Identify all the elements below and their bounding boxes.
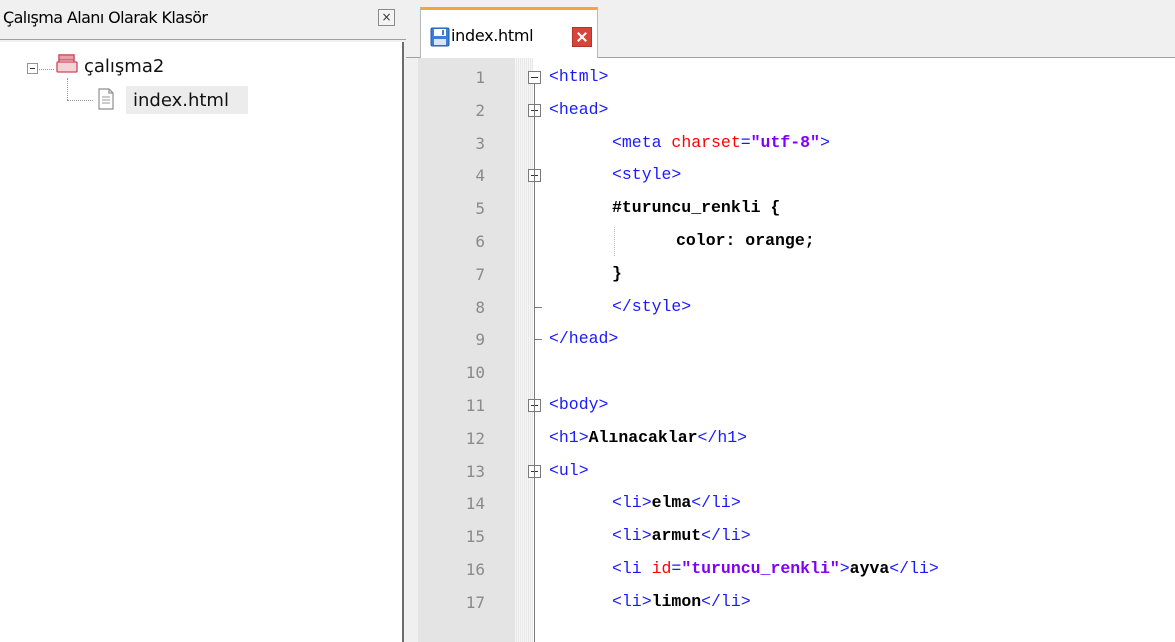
code-token: armut [651, 526, 702, 546]
fold-line [534, 477, 535, 642]
code-token: <li> [612, 526, 652, 546]
code-token: </style> [612, 296, 692, 316]
line-number: 12 [465, 428, 485, 448]
code-line[interactable]: <li>armut</li> [612, 520, 751, 552]
workspace-panel: Çalışma Alanı Olarak Klasör × çalışma2 i… [0, 0, 406, 642]
code-token: } [612, 263, 622, 283]
code-token: #turuncu_renkli { [612, 198, 781, 218]
tree-connector [67, 100, 93, 101]
line-number: 3 [475, 133, 485, 153]
code-token: "utf-8" [750, 132, 820, 152]
code-line[interactable]: color: orange; [676, 225, 815, 257]
fold-margin [515, 58, 533, 642]
code-token: </li> [691, 493, 741, 513]
line-number: 2 [475, 100, 485, 120]
code-token: elma [651, 493, 692, 513]
code-token: > [839, 559, 850, 578]
code-line[interactable]: #turuncu_renkli { [612, 192, 780, 224]
tab-close-button[interactable] [572, 27, 592, 47]
save-disk-icon [430, 27, 450, 47]
line-number: 6 [475, 232, 485, 251]
line-number: 13 [465, 461, 485, 481]
tab-index-html[interactable]: index.html [420, 7, 598, 59]
line-number: 5 [475, 199, 485, 219]
workspace-panel-close-button[interactable]: × [378, 9, 395, 26]
line-number: 15 [465, 527, 485, 547]
code-line[interactable]: <style> [612, 159, 681, 191]
code-line[interactable]: </head> [549, 323, 618, 355]
code-line[interactable]: <h1>Alınacaklar</h1> [549, 422, 747, 454]
code-line[interactable]: <li id="turuncu_renkli">ayva</li> [612, 553, 939, 585]
code-line[interactable]: <li>limon</li> [612, 586, 751, 618]
fold-end-marker [534, 339, 542, 341]
code-line[interactable]: <body> [549, 389, 608, 421]
file-icon [98, 88, 114, 110]
code-token: <li> [612, 493, 652, 513]
code-line[interactable]: <meta charset="utf-8"> [612, 127, 830, 159]
code-token: = [740, 132, 751, 152]
code-token: </li> [701, 526, 751, 546]
code-token: id [651, 559, 672, 578]
line-number: 7 [475, 264, 485, 284]
code-token: <h1> [549, 427, 589, 447]
code-token: ayva [849, 559, 890, 578]
code-token: <meta [612, 132, 672, 152]
code-line[interactable]: <head> [549, 94, 608, 126]
project-folder-icon [56, 54, 78, 73]
line-number: 10 [465, 363, 485, 383]
code-line[interactable]: <ul> [549, 455, 589, 487]
tree-connector [39, 69, 54, 70]
code-token: </head> [549, 329, 619, 349]
tree-item-folder-label[interactable]: çalışma2 [84, 56, 164, 77]
line-number: 8 [475, 297, 485, 317]
fold-line [534, 182, 535, 307]
line-number: 14 [465, 494, 485, 514]
tab-label: index.html [451, 26, 534, 45]
code-token: </li> [889, 559, 939, 578]
editor-tab-bar: index.html [406, 0, 1175, 59]
code-line[interactable]: <html> [549, 61, 608, 93]
workspace-panel-title: Çalışma Alanı Olarak Klasör [3, 8, 208, 27]
code-token: Alınacaklar [588, 427, 698, 447]
line-number: 11 [465, 396, 485, 415]
code-token: </li> [701, 591, 751, 611]
line-number: 4 [475, 166, 485, 186]
code-token: <li> [612, 591, 652, 611]
workspace-tree[interactable]: çalışma2 index.html [0, 42, 404, 642]
code-token: color: orange; [676, 231, 815, 250]
code-line[interactable]: </style> [612, 291, 691, 323]
collapse-toggle-icon[interactable] [27, 63, 38, 74]
line-number: 16 [465, 560, 485, 579]
code-editor[interactable]: 1 2 3 4 5 6 7 8 9 10 11 12 13 14 15 16 17 <html> <head> <m… [418, 58, 1175, 642]
code-token: "turuncu_renkli" [681, 559, 840, 578]
code-token: </h1> [697, 427, 748, 447]
code-token: charset [671, 132, 741, 152]
fold-end-marker [534, 306, 542, 308]
code-token: <body> [549, 395, 609, 414]
code-token: = [671, 559, 682, 578]
line-number: 17 [465, 592, 485, 612]
fold-toggle-icon[interactable] [528, 71, 541, 84]
code-token: <style> [612, 165, 682, 185]
code-line[interactable]: } [612, 258, 622, 290]
code-token: <head> [549, 99, 609, 119]
close-icon: × [381, 10, 392, 24]
tree-connector [67, 78, 68, 100]
line-number: 9 [475, 330, 485, 350]
tree-item-file-label[interactable]: index.html [133, 90, 229, 111]
code-token: limon [651, 591, 702, 611]
code-line[interactable]: <li>elma</li> [612, 487, 741, 519]
code-token: > [819, 132, 830, 152]
code-token: <li [612, 559, 652, 578]
indent-guide [614, 227, 615, 256]
line-number: 1 [475, 68, 485, 87]
code-token: <html> [549, 67, 609, 86]
workspace-panel-header: Çalışma Alanı Olarak Klasör × [0, 0, 406, 40]
code-token: <ul> [549, 460, 589, 480]
